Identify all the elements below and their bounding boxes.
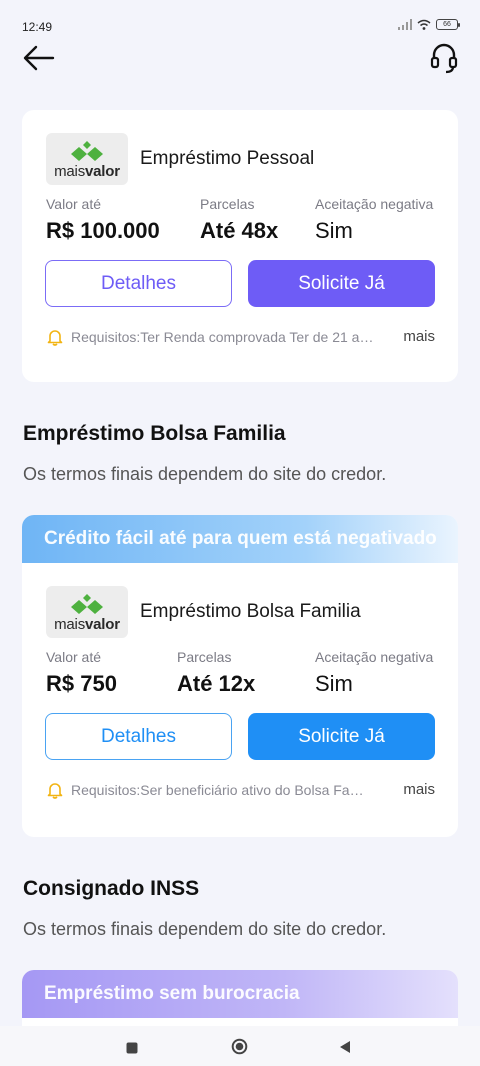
lender-logo-text: maisvalor	[54, 616, 120, 633]
offer-card: Empréstimo sem burocracia	[22, 970, 458, 1026]
headset-icon	[430, 43, 458, 74]
stat-value: R$ 100.000	[46, 218, 160, 243]
bell-icon	[47, 783, 63, 799]
stat-installments: Parcelas Até 48x	[200, 196, 278, 244]
battery-icon: 66	[436, 19, 460, 30]
details-button[interactable]: Detalhes	[45, 260, 232, 307]
requirements-row: Requisitos:Ser beneficiário ativo do Bol…	[22, 779, 458, 803]
status-icons: 66	[398, 19, 460, 30]
apply-button[interactable]: Solicite Já	[248, 260, 435, 307]
lender-info: maisvalor Empréstimo Pessoal	[46, 132, 458, 186]
lender-info: maisvalor Empréstimo Bolsa Familia	[46, 585, 458, 639]
triangle-back-icon	[340, 1041, 350, 1053]
section-title: Empréstimo Bolsa Familia	[23, 422, 286, 445]
maisvalor-logo-icon	[71, 141, 103, 161]
stat-label: Aceitação negativa	[315, 649, 434, 665]
stat-negative-acceptance: Aceitação negativa Sim	[315, 649, 433, 697]
stat-value: Sim	[315, 671, 353, 696]
stat-label: Valor até	[46, 649, 101, 665]
system-back-button[interactable]	[339, 1040, 351, 1059]
card-actions: Detalhes Solicite Já	[22, 260, 458, 308]
offer-card: maisvalor Empréstimo Pessoal Valor até R…	[22, 110, 458, 382]
stat-label: Parcelas	[177, 649, 232, 665]
stat-max-amount: Valor até R$ 100.000	[46, 196, 160, 244]
stat-max-amount: Valor até R$ 750	[46, 649, 117, 697]
section-title: Consignado INSS	[23, 877, 200, 900]
stat-label: Aceitação negativa	[315, 196, 434, 212]
card-actions: Detalhes Solicite Já	[22, 713, 458, 761]
system-nav-bar	[0, 1026, 480, 1066]
card-banner: Empréstimo sem burocracia	[22, 970, 458, 1018]
offer-stats: Valor até R$ 100.000 Parcelas Até 48x Ac…	[22, 196, 458, 252]
home-button[interactable]	[231, 1038, 248, 1060]
recents-button[interactable]	[126, 1041, 138, 1059]
lender-name: Empréstimo Bolsa Familia	[140, 601, 361, 622]
lender-logo: maisvalor	[46, 133, 128, 185]
stat-installments: Parcelas Até 12x	[177, 649, 255, 697]
support-button[interactable]	[430, 42, 458, 74]
more-link[interactable]: mais	[403, 781, 435, 798]
section-subtitle: Os termos finais dependem do site do cre…	[23, 919, 387, 939]
top-nav	[0, 40, 480, 76]
lender-name: Empréstimo Pessoal	[140, 148, 315, 169]
maisvalor-logo-icon	[71, 594, 103, 614]
bell-icon	[47, 330, 63, 346]
stat-value: R$ 750	[46, 671, 117, 696]
lender-logo: maisvalor	[46, 586, 128, 638]
offer-stats: Valor até R$ 750 Parcelas Até 12x Aceita…	[22, 649, 458, 705]
stat-value: Até 12x	[177, 671, 256, 696]
offers-list[interactable]: maisvalor Empréstimo Pessoal Valor até R…	[0, 110, 480, 1026]
requirements-row: Requisitos:Ter Renda comprovada Ter de 2…	[22, 326, 458, 350]
back-button[interactable]	[22, 42, 56, 74]
circle-icon	[231, 1038, 248, 1055]
stat-negative-acceptance: Aceitação negativa Sim	[315, 196, 433, 244]
requirements-text: Requisitos:Ser beneficiário ativo do Bol…	[71, 782, 375, 798]
wifi-icon	[417, 19, 431, 30]
status-time: 12:49	[22, 20, 53, 34]
card-banner: Crédito fácil até para quem está negativ…	[22, 515, 458, 563]
details-button[interactable]: Detalhes	[45, 713, 232, 760]
stat-value: Até 48x	[200, 218, 279, 243]
lender-logo-text: maisvalor	[54, 163, 120, 180]
section-subtitle: Os termos finais dependem do site do cre…	[23, 464, 387, 484]
arrow-left-icon	[23, 45, 55, 71]
signal-icon	[398, 19, 412, 30]
apply-button[interactable]: Solicite Já	[248, 713, 435, 760]
more-link[interactable]: mais	[403, 328, 435, 345]
square-icon	[126, 1042, 138, 1054]
stat-label: Valor até	[46, 196, 101, 212]
stat-value: Sim	[315, 218, 353, 243]
requirements-text: Requisitos:Ter Renda comprovada Ter de 2…	[71, 329, 375, 345]
stat-label: Parcelas	[200, 196, 255, 212]
offer-card: Crédito fácil até para quem está negativ…	[22, 515, 458, 837]
